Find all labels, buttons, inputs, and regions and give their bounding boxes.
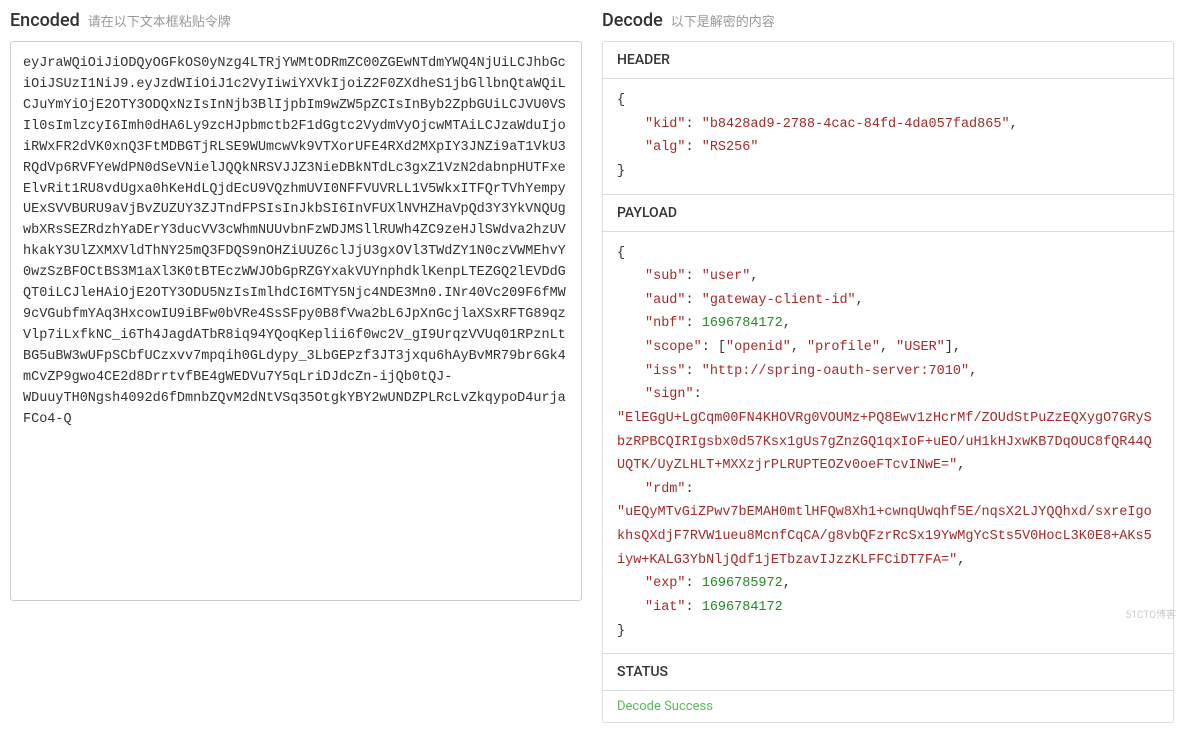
decode-subtitle: 以下是解密的内容 <box>671 11 775 30</box>
decode-content: HEADER {"kid": "b8428ad9-2788-4cac-84fd-… <box>602 41 1174 723</box>
decode-title: Decode 以下是解密的内容 <box>602 10 1174 31</box>
payload-section-title: PAYLOAD <box>603 195 1173 232</box>
status-text: Decode Success <box>603 691 1173 722</box>
encoded-panel: Encoded 请在以下文本框粘贴令牌 eyJraWQiOiJiODQyOGFk… <box>10 10 582 723</box>
decode-panel: Decode 以下是解密的内容 HEADER {"kid": "b8428ad9… <box>602 10 1174 723</box>
payload-json-body: {"sub": "user","aud": "gateway-client-id… <box>603 232 1173 654</box>
header-json-body: {"kid": "b8428ad9-2788-4cac-84fd-4da057f… <box>603 79 1173 194</box>
encoded-title: Encoded 请在以下文本框粘贴令牌 <box>10 10 582 31</box>
encoded-subtitle: 请在以下文本框粘贴令牌 <box>88 11 231 30</box>
encoded-textarea[interactable]: eyJraWQiOiJiODQyOGFkOS0yNzg4LTRjYWMtODRm… <box>10 41 582 601</box>
encoded-title-text: Encoded <box>10 10 80 31</box>
header-section: HEADER {"kid": "b8428ad9-2788-4cac-84fd-… <box>603 42 1173 195</box>
payload-section: PAYLOAD {"sub": "user","aud": "gateway-c… <box>603 195 1173 655</box>
header-section-title: HEADER <box>603 42 1173 79</box>
watermark: 51CTO博客 <box>1126 606 1176 621</box>
decode-title-text: Decode <box>602 10 663 31</box>
status-section: STATUS Decode Success <box>603 654 1173 722</box>
status-section-title: STATUS <box>603 654 1173 691</box>
main-container: Encoded 请在以下文本框粘贴令牌 eyJraWQiOiJiODQyOGFk… <box>10 10 1174 723</box>
